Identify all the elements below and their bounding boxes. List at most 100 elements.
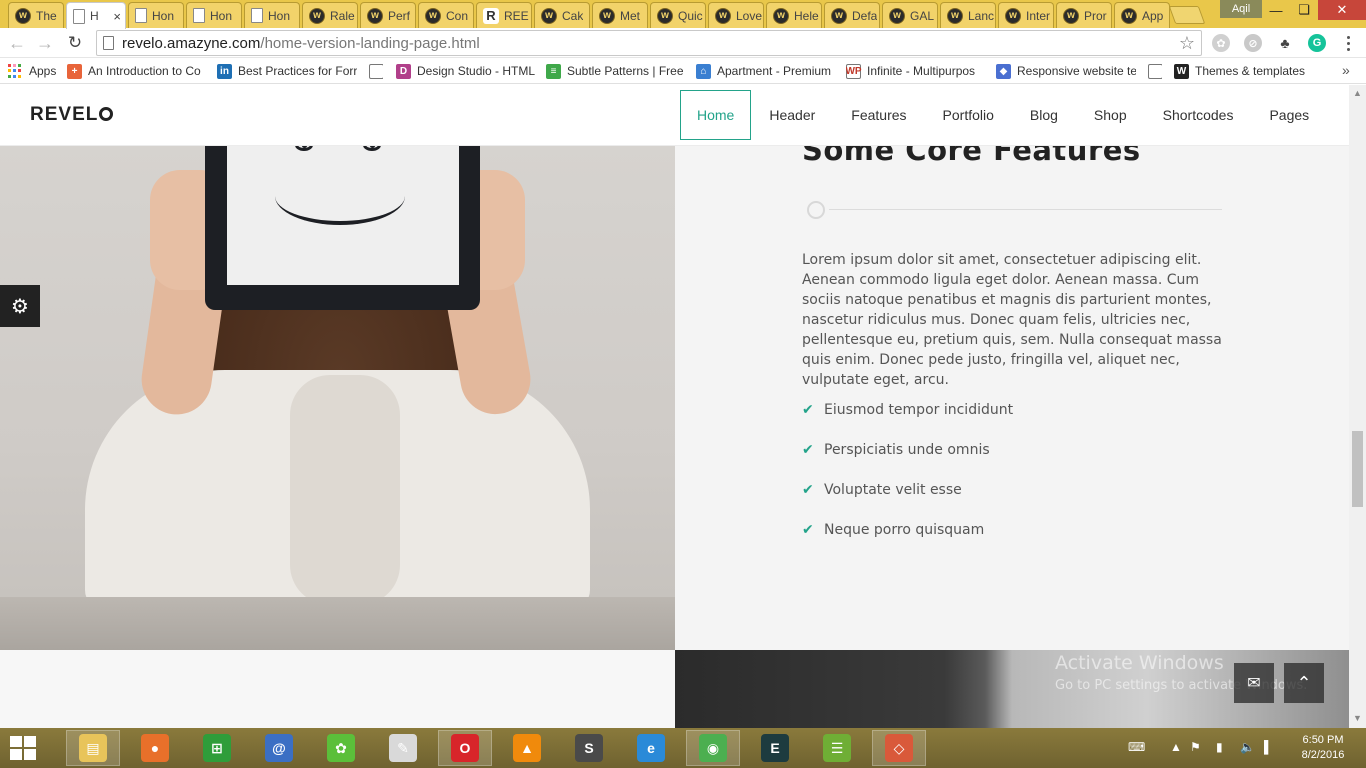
network-icon[interactable]: ▌ bbox=[1264, 740, 1273, 754]
browser-tab[interactable]: w Perf bbox=[360, 2, 416, 28]
apps-grid-icon bbox=[8, 63, 23, 79]
grammarly-icon[interactable]: G bbox=[1308, 34, 1326, 52]
browser-tab[interactable]: w Quic bbox=[650, 2, 706, 28]
opera-icon: O bbox=[451, 734, 479, 762]
address-bar[interactable]: revelo.amazyne.com/home-version-landing-… bbox=[96, 30, 1202, 56]
windows-start-icon[interactable] bbox=[10, 736, 38, 760]
bookmark-item[interactable]: D Design Studio - HTML bbox=[396, 62, 536, 80]
taskbar-app[interactable]: ● bbox=[128, 730, 182, 766]
taskbar-app[interactable]: ✿ bbox=[314, 730, 368, 766]
browser-tab[interactable]: R REE bbox=[476, 2, 532, 28]
scroll-down-arrow-icon[interactable]: ▼ bbox=[1353, 713, 1362, 723]
mail-icon[interactable]: ✉ bbox=[1234, 663, 1274, 703]
taskbar-app[interactable]: @ bbox=[252, 730, 306, 766]
profile-button[interactable]: Aqil bbox=[1220, 0, 1262, 18]
browser-tab[interactable]: w Love bbox=[708, 2, 764, 28]
linkedin-icon: in bbox=[217, 63, 232, 79]
taskbar-app[interactable]: ▤ bbox=[66, 730, 120, 766]
extension-feather-icon[interactable]: ✿ bbox=[1212, 34, 1230, 52]
close-window-button[interactable]: ✕ bbox=[1318, 0, 1366, 20]
taskbar-app[interactable]: ⊞ bbox=[190, 730, 244, 766]
taskbar-app[interactable]: ◇ bbox=[872, 730, 926, 766]
taskbar-app[interactable]: S bbox=[562, 730, 616, 766]
browser-tab[interactable]: Hon bbox=[244, 2, 300, 28]
nav-shop[interactable]: Shop bbox=[1076, 90, 1145, 140]
tray-arrow-icon[interactable]: ▲ bbox=[1170, 740, 1182, 754]
tab-close-icon[interactable]: × bbox=[113, 9, 121, 24]
w-icon: w bbox=[541, 7, 557, 24]
taskbar-app[interactable]: ◉ bbox=[686, 730, 740, 766]
scrollbar-thumb[interactable] bbox=[1352, 431, 1363, 507]
browser-tab[interactable]: w Cak bbox=[534, 2, 590, 28]
bookmark-item[interactable]: in Best Practices for Forr bbox=[217, 62, 357, 80]
reload-icon[interactable]: ↻ bbox=[64, 32, 86, 54]
doc-icon bbox=[73, 8, 85, 24]
browser-tab[interactable]: w Pror bbox=[1056, 2, 1112, 28]
nav-shortcodes[interactable]: Shortcodes bbox=[1145, 90, 1252, 140]
system-clock[interactable]: 6:50 PM 8/2/2016 bbox=[1288, 733, 1358, 763]
bookmark-item[interactable]: ≡ Subtle Patterns | Free bbox=[546, 62, 686, 80]
browser-tab[interactable]: Hon bbox=[186, 2, 242, 28]
feature-list-item: ✔ Voluptate velit esse bbox=[802, 470, 1013, 510]
nav-blog[interactable]: Blog bbox=[1012, 90, 1076, 140]
browser-tab[interactable]: w Con bbox=[418, 2, 474, 28]
taskbar-app[interactable]: O bbox=[438, 730, 492, 766]
tab-title: Defa bbox=[852, 8, 878, 23]
bookmarks-overflow-icon[interactable]: » bbox=[1342, 62, 1350, 78]
nav-portfolio[interactable]: Portfolio bbox=[925, 90, 1012, 140]
nav-header[interactable]: Header bbox=[751, 90, 833, 140]
bookmark-item[interactable] bbox=[1148, 62, 1162, 80]
page-scrollbar[interactable]: ▲ ▼ bbox=[1349, 85, 1366, 728]
browser-tab[interactable]: w App bbox=[1114, 2, 1170, 28]
ie-icon: e bbox=[637, 734, 665, 762]
extension-evernote-icon[interactable]: ♣ bbox=[1276, 34, 1294, 52]
site-logo[interactable]: REVEL bbox=[30, 104, 114, 126]
back-arrow-icon[interactable]: ← bbox=[6, 32, 28, 54]
settings-gear-icon[interactable]: ⚙ bbox=[0, 285, 40, 327]
tab-title: Hon bbox=[268, 8, 291, 23]
browser-tab[interactable]: w Inter bbox=[998, 2, 1054, 28]
extension-block-icon[interactable]: ⊘ bbox=[1244, 34, 1262, 52]
browser-tab[interactable]: Hon bbox=[128, 2, 184, 28]
bookmark-item[interactable]: ⌂ Apartment - Premium bbox=[696, 62, 836, 80]
tab-title: App bbox=[1142, 8, 1164, 23]
nav-features[interactable]: Features bbox=[833, 90, 924, 140]
bookmark-item[interactable]: + An Introduction to Co bbox=[67, 62, 207, 80]
bookmark-item[interactable]: WP Infinite - Multipurpos bbox=[846, 62, 986, 80]
taskbar-app[interactable]: ☰ bbox=[810, 730, 864, 766]
bookmark-item[interactable]: Apps bbox=[8, 62, 58, 80]
chrome-menu-icon[interactable] bbox=[1340, 34, 1356, 52]
minimize-button[interactable]: — bbox=[1262, 0, 1290, 20]
maximize-button[interactable]: ❏ bbox=[1290, 0, 1318, 20]
browser-tab[interactable]: w Hele bbox=[766, 2, 822, 28]
browser-tab[interactable]: w GAL bbox=[882, 2, 938, 28]
nav-pages[interactable]: Pages bbox=[1251, 90, 1327, 140]
url-text[interactable]: revelo.amazyne.com/home-version-landing-… bbox=[122, 35, 480, 52]
bookmark-item[interactable]: ◆ Responsive website te bbox=[996, 62, 1136, 80]
browser-tab[interactable]: w Rale bbox=[302, 2, 358, 28]
taskbar-app[interactable]: E bbox=[748, 730, 802, 766]
taskbar-app[interactable]: ✎ bbox=[376, 730, 430, 766]
bookmark-star-icon[interactable]: ☆ bbox=[1179, 33, 1195, 54]
bookmark-item[interactable] bbox=[369, 62, 383, 80]
browser-tab[interactable]: H × bbox=[66, 2, 126, 29]
volume-icon[interactable]: 🔈 bbox=[1240, 740, 1255, 754]
nav-home[interactable]: Home bbox=[680, 90, 752, 140]
bookmark-item[interactable]: W Themes & templates bbox=[1174, 62, 1314, 80]
browser-tab[interactable]: w Met bbox=[592, 2, 648, 28]
doc-icon bbox=[135, 8, 147, 23]
browser-tab[interactable]: w The bbox=[8, 2, 64, 28]
flag-icon[interactable]: ⚑ bbox=[1190, 740, 1201, 754]
browser-tab[interactable]: w Defa bbox=[824, 2, 880, 28]
new-tab-button[interactable] bbox=[1168, 6, 1206, 24]
scroll-to-top-icon[interactable]: ⌃ bbox=[1284, 663, 1324, 703]
doc-icon bbox=[1148, 63, 1162, 79]
tab-title: Hele bbox=[794, 8, 819, 23]
keyboard-icon[interactable]: ⌨ bbox=[1128, 740, 1145, 754]
battery-icon[interactable]: ▮ bbox=[1216, 740, 1223, 754]
browser-tab[interactable]: w Lanc bbox=[940, 2, 996, 28]
taskbar-app[interactable]: ▲ bbox=[500, 730, 554, 766]
forward-arrow-icon[interactable]: → bbox=[34, 32, 56, 54]
taskbar-app[interactable]: e bbox=[624, 730, 678, 766]
scroll-up-arrow-icon[interactable]: ▲ bbox=[1353, 88, 1362, 98]
